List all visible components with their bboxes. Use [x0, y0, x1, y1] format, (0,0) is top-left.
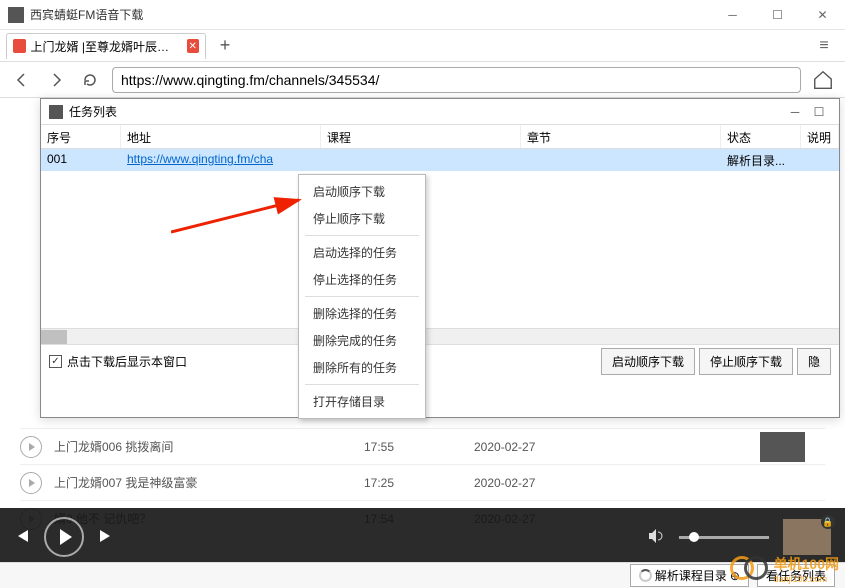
- watermark: 单机100网 danji100.com: [730, 554, 839, 584]
- episode-title: 上门龙婿006 挑拨离间: [54, 438, 364, 455]
- play-icon[interactable]: [20, 436, 42, 458]
- new-tab-button[interactable]: +: [212, 33, 238, 59]
- cell-seq: 001: [41, 149, 121, 171]
- status-bar: 解析课程目录⊕ 看任务列表: [0, 562, 845, 588]
- maximize-button[interactable]: ☐: [755, 0, 800, 30]
- task-list-window: 任务列表 ─ ☐ 序号 地址 课程 章节 状态 说明 001 https://w…: [40, 98, 840, 418]
- browser-tab[interactable]: 上门龙婿 |至尊龙婿叶辰有声小说在··· ✕: [6, 33, 206, 59]
- menu-del-done[interactable]: 删除完成的任务: [299, 327, 425, 354]
- col-addr[interactable]: 地址: [121, 125, 321, 148]
- menu-separator: [305, 384, 419, 385]
- stop-sequence-button[interactable]: 停止顺序下载: [699, 348, 793, 375]
- episode-date: 2020-02-27: [474, 476, 535, 490]
- play-icon[interactable]: [20, 472, 42, 494]
- lock-icon: 🔒: [821, 515, 835, 529]
- table-row[interactable]: 001 https://www.qingting.fm/cha 解析目录...: [41, 149, 839, 171]
- window-minimize-button[interactable]: ─: [783, 105, 807, 119]
- window-maximize-button[interactable]: ☐: [807, 105, 831, 119]
- table-header: 序号 地址 课程 章节 状态 说明: [41, 125, 839, 149]
- next-track-button[interactable]: [98, 528, 114, 547]
- url-input[interactable]: [112, 67, 801, 93]
- cell-course: [321, 149, 521, 171]
- hide-button[interactable]: 隐: [797, 348, 831, 375]
- cell-status: 解析目录...: [721, 149, 801, 171]
- episode-title: 上门龙婿007 我是神级富豪: [54, 474, 364, 491]
- menu-separator: [305, 296, 419, 297]
- cell-chapter: [521, 149, 721, 171]
- forward-button[interactable]: [44, 68, 68, 92]
- back-button[interactable]: [10, 68, 34, 92]
- watermark-sub: danji100.com: [774, 574, 839, 584]
- cell-desc: [801, 149, 839, 171]
- episode-time: 17:55: [364, 440, 474, 454]
- app-title: 西宾蜻蜓FM语音下载: [30, 6, 710, 23]
- volume-slider[interactable]: [679, 536, 769, 539]
- show-window-checkbox[interactable]: [49, 355, 62, 368]
- menu-start-sel[interactable]: 启动选择的任务: [299, 239, 425, 266]
- home-button[interactable]: [811, 68, 835, 92]
- menu-start-seq[interactable]: 启动顺序下载: [299, 178, 425, 205]
- play-button[interactable]: [44, 517, 84, 557]
- episode-date: 2020-02-27: [474, 440, 535, 454]
- favicon-icon: [13, 39, 26, 53]
- prev-track-button[interactable]: [14, 528, 30, 547]
- window-icon: [49, 105, 63, 119]
- col-course[interactable]: 课程: [321, 125, 521, 148]
- list-item[interactable]: 上门龙婿007 我是神级富豪 17:25 2020-02-27: [20, 464, 825, 500]
- watermark-text: 单机100网: [774, 554, 839, 574]
- horizontal-scrollbar[interactable]: [41, 328, 839, 344]
- menu-separator: [305, 235, 419, 236]
- episode-time: 17:25: [364, 476, 474, 490]
- menu-open-dir[interactable]: 打开存储目录: [299, 388, 425, 415]
- reload-button[interactable]: [78, 68, 102, 92]
- start-sequence-button[interactable]: 启动顺序下载: [601, 348, 695, 375]
- thumbnail-icon: [760, 432, 805, 462]
- hamburger-menu-button[interactable]: ≡: [809, 31, 839, 61]
- minimize-button[interactable]: ─: [710, 0, 755, 30]
- menu-stop-seq[interactable]: 停止顺序下载: [299, 205, 425, 232]
- audio-player-bar: 🔒: [0, 508, 845, 566]
- tab-title: 上门龙婿 |至尊龙婿叶辰有声小说在···: [31, 38, 181, 55]
- col-desc[interactable]: 说明: [801, 125, 839, 148]
- cover-thumbnail[interactable]: 🔒: [783, 519, 831, 555]
- spinner-icon: [639, 569, 652, 582]
- scrollbar-thumb[interactable]: [41, 330, 67, 344]
- checkbox-label: 点击下载后显示本窗口: [67, 353, 187, 370]
- slider-knob[interactable]: [689, 532, 699, 542]
- col-chapter[interactable]: 章节: [521, 125, 721, 148]
- close-button[interactable]: ✕: [800, 0, 845, 30]
- cell-addr[interactable]: https://www.qingting.fm/cha: [121, 149, 321, 171]
- context-menu: 启动顺序下载 停止顺序下载 启动选择的任务 停止选择的任务 删除选择的任务 删除…: [298, 174, 426, 419]
- menu-stop-sel[interactable]: 停止选择的任务: [299, 266, 425, 293]
- app-icon: [8, 7, 24, 23]
- window-title: 任务列表: [69, 103, 783, 120]
- menu-del-all[interactable]: 删除所有的任务: [299, 354, 425, 381]
- tab-close-button[interactable]: ✕: [187, 39, 200, 53]
- col-seq[interactable]: 序号: [41, 125, 121, 148]
- menu-del-sel[interactable]: 删除选择的任务: [299, 300, 425, 327]
- col-status[interactable]: 状态: [721, 125, 801, 148]
- volume-icon[interactable]: [647, 527, 665, 548]
- list-item[interactable]: 上门龙婿006 挑拨离间 17:55 2020-02-27: [20, 428, 825, 464]
